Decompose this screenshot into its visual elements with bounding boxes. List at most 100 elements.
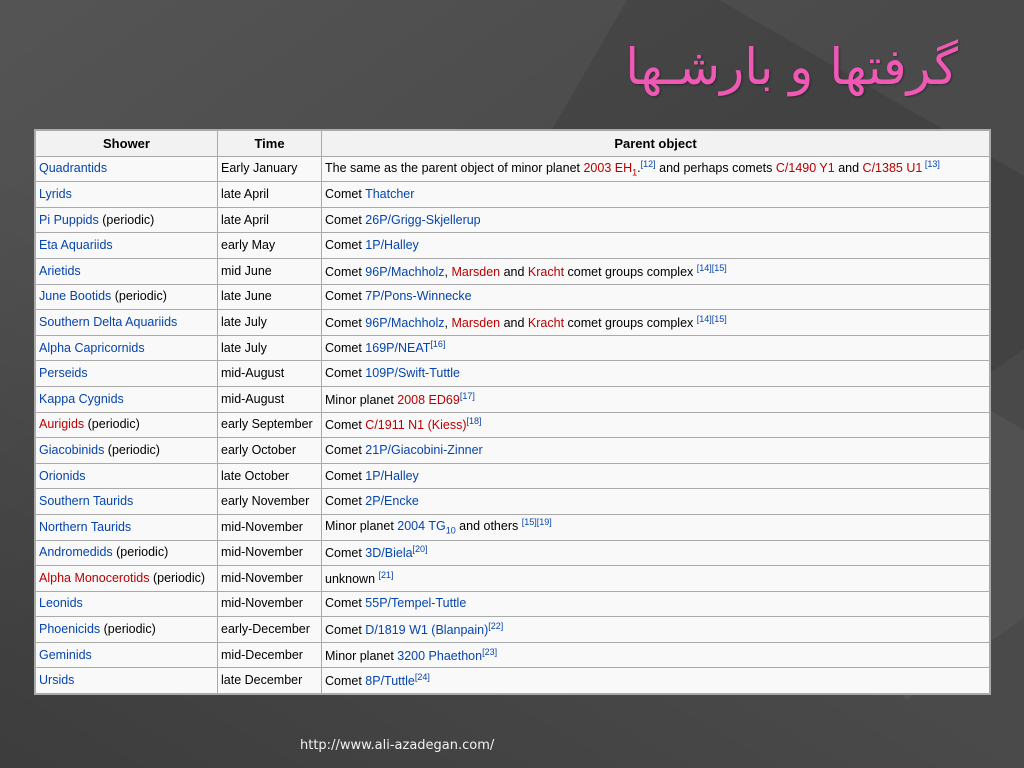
cell-parent-object: Comet 55P/Tempel-Tuttle	[321, 590, 990, 618]
header-time: Time	[217, 130, 322, 157]
cell-time: mid-November	[217, 565, 322, 592]
article-link[interactable]: 21P/Giacobini-Zinner	[365, 443, 482, 457]
article-link[interactable]: 55P/Tempel-Tuttle	[365, 596, 466, 610]
article-link[interactable]: 1P/Halley	[365, 238, 419, 252]
article-link[interactable]: Phoenicids	[39, 622, 100, 636]
cell-text: (periodic)	[111, 289, 167, 304]
reference-link[interactable]: [21]	[379, 570, 394, 580]
missing-article-link[interactable]: Marsden	[451, 316, 500, 330]
cell-shower: Orionids	[35, 462, 218, 490]
cell-time: mid June	[217, 257, 322, 285]
article-link[interactable]: 169P/NEAT	[365, 342, 430, 356]
table-row: Northern Taurids mid-November Minor planet…	[35, 513, 990, 541]
article-link[interactable]: Quadrantids	[39, 161, 107, 175]
article-link[interactable]: Perseids	[39, 366, 88, 380]
table-header-row: Shower Time Parent object	[35, 130, 990, 157]
reference-link[interactable]: [14][15]	[697, 314, 727, 324]
missing-article-link[interactable]: Kracht	[528, 316, 564, 330]
article-link[interactable]: Ursids	[39, 673, 74, 687]
article-link[interactable]: Thatcher	[365, 187, 414, 201]
article-link[interactable]: Orionids	[39, 469, 86, 483]
cell-shower: Alpha Capricornids	[35, 334, 218, 362]
slide-title: گرفتها و بارشـها	[625, 38, 958, 96]
table-row: Leonids mid-November Comet 55P/Tempel-Tutt…	[35, 590, 990, 618]
reference-link[interactable]: [15][19]	[522, 517, 552, 527]
cell-text: Comet	[325, 264, 366, 279]
article-link[interactable]: 2004 TG	[397, 520, 445, 534]
reference-link[interactable]: [12]	[641, 159, 656, 169]
article-link[interactable]: Lyrids	[39, 187, 72, 201]
reference-link[interactable]: [14][15]	[697, 263, 727, 273]
article-link[interactable]: 96P/Machholz	[365, 265, 444, 279]
table-row: June Bootids (periodic) late June Comet 7P…	[35, 283, 990, 311]
footer-url[interactable]: http://www.ali-azadegan.com/	[300, 738, 494, 753]
cell-parent-object: Comet 3D/Biela[20]	[321, 539, 990, 567]
article-link[interactable]: 8P/Tuttle	[365, 674, 415, 688]
table-row: Orionids late October Comet 1P/Halley	[35, 462, 990, 490]
article-link[interactable]: Pi Puppids	[39, 213, 99, 227]
reference-link[interactable]: [22]	[488, 621, 503, 631]
missing-article-link[interactable]: Aurigids	[39, 417, 84, 431]
article-link[interactable]: Kappa Cygnids	[39, 392, 124, 406]
table-row: Aurigids (periodic) early September Comet …	[35, 411, 990, 439]
cell-text: and	[500, 264, 528, 279]
article-link[interactable]: 109P/Swift-Tuttle	[365, 366, 460, 380]
reference-link[interactable]: [16]	[430, 339, 445, 349]
article-link[interactable]: 3D/Biela	[365, 546, 412, 560]
article-link[interactable]: Southern Taurids	[39, 494, 133, 508]
missing-article-link[interactable]: Kracht	[528, 265, 564, 279]
article-link[interactable]: 1P/Halley	[365, 469, 419, 483]
cell-shower: Eta Aquariids	[35, 232, 218, 259]
article-link[interactable]: Alpha Capricornids	[39, 341, 145, 355]
article-link[interactable]: Eta Aquariids	[39, 238, 113, 252]
cell-time: early November	[217, 488, 322, 515]
table-row: Lyrids late April Comet Thatcher	[35, 181, 990, 208]
cell-shower: Aurigids (periodic)	[35, 411, 218, 439]
missing-article-link[interactable]: C/1385 U1	[863, 161, 923, 175]
article-link[interactable]: June Bootids	[39, 289, 111, 303]
missing-article-link[interactable]: 2003 EH	[583, 161, 632, 175]
article-link[interactable]: 7P/Pons-Winnecke	[365, 289, 471, 303]
table-row: Phoenicids (periodic) early-December Comet…	[35, 616, 990, 643]
article-link[interactable]: Arietids	[39, 264, 81, 278]
reference-link[interactable]: [20]	[413, 544, 428, 554]
subscript-text[interactable]: 10	[446, 526, 456, 536]
cell-parent-object: Comet 2P/Encke	[321, 488, 990, 515]
missing-article-link[interactable]: Alpha Monocerotids	[39, 571, 149, 585]
article-link[interactable]: Southern Delta Aquariids	[39, 315, 177, 329]
cell-text: Comet	[325, 238, 366, 253]
missing-article-link[interactable]: C/1490 Y1	[776, 161, 835, 175]
article-link[interactable]: Geminids	[39, 648, 92, 662]
missing-article-link[interactable]: C/1911 N1 (Kiess)	[365, 418, 466, 432]
table-row: Alpha Capricornids late July Comet 169P/NE…	[35, 334, 990, 362]
cell-time: early-December	[217, 616, 322, 643]
table-row: Kappa Cygnids mid-August Minor planet 2008…	[35, 385, 990, 413]
reference-link[interactable]: [13]	[922, 159, 940, 169]
table-row: Quadrantids Early January The same as the …	[35, 155, 990, 183]
article-link[interactable]: 26P/Grigg-Skjellerup	[365, 213, 480, 227]
cell-parent-object: unknown [21]	[321, 565, 990, 592]
article-link[interactable]: 2P/Encke	[365, 494, 419, 508]
reference-link[interactable]: [18]	[467, 416, 482, 426]
article-link[interactable]: 96P/Machholz	[365, 316, 444, 330]
article-link[interactable]: D/1819 W1 (Blanpain)	[365, 623, 488, 637]
reference-link[interactable]: [23]	[482, 647, 497, 657]
article-link[interactable]: Andromedids	[39, 545, 113, 559]
cell-parent-object: Comet 26P/Grigg-Skjellerup	[321, 206, 990, 234]
article-link[interactable]: Leonids	[39, 596, 83, 610]
reference-link[interactable]: [17]	[460, 391, 475, 401]
meteor-showers-table: Shower Time Parent object Quadrantids Ear…	[35, 130, 990, 695]
article-link[interactable]: Giacobinids	[39, 443, 104, 457]
cell-shower: Lyrids	[35, 181, 218, 208]
reference-link[interactable]: [24]	[415, 672, 430, 682]
missing-article-link[interactable]: 2008 ED69	[397, 393, 460, 407]
cell-shower: Quadrantids	[35, 155, 218, 183]
article-link[interactable]: 3200 Phaethon	[397, 649, 482, 663]
cell-shower: Arietids	[35, 257, 218, 285]
table-row: Eta Aquariids early May Comet 1P/Halley	[35, 232, 990, 259]
missing-article-link[interactable]: Marsden	[451, 265, 500, 279]
cell-parent-object: Comet D/1819 W1 (Blanpain)[22]	[321, 616, 990, 643]
cell-time: late July	[217, 309, 322, 336]
cell-parent-object: Comet 8P/Tuttle[24]	[321, 667, 990, 695]
article-link[interactable]: Northern Taurids	[39, 520, 131, 534]
